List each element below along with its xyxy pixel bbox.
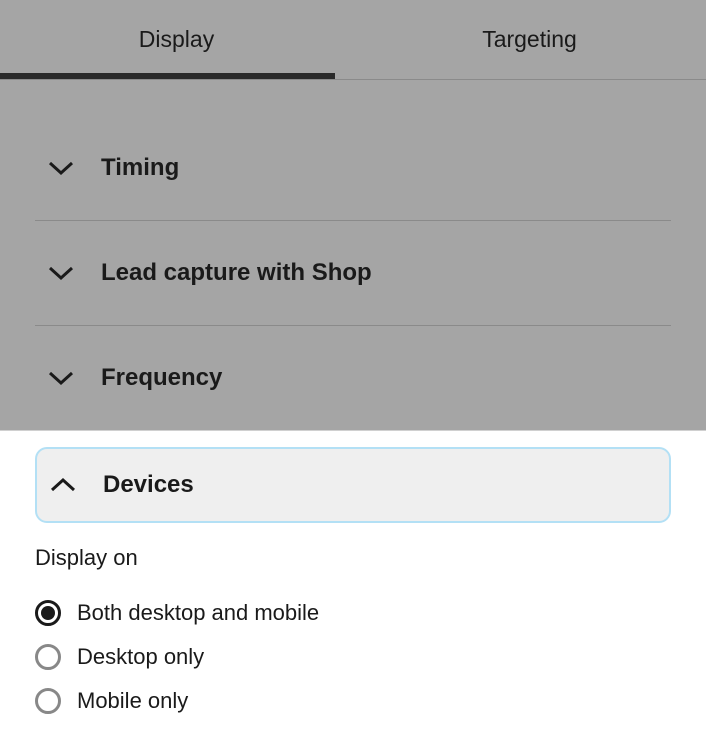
chevron-down-icon — [47, 159, 75, 177]
accordion-section-dimmed: Timing Lead capture with Shop Frequency — [0, 116, 706, 430]
accordion-item-frequency: Frequency — [35, 326, 671, 430]
radio-circle-desktop — [35, 644, 61, 670]
tab-targeting[interactable]: Targeting — [353, 0, 706, 79]
radio-option-mobile[interactable]: Mobile only — [35, 679, 671, 723]
radio-circle-both — [35, 600, 61, 626]
tab-active-indicator — [0, 73, 335, 79]
accordion-header-devices[interactable]: Devices — [37, 449, 669, 521]
radio-label-mobile: Mobile only — [77, 688, 188, 714]
devices-wrapper: Devices Display on Both desktop and mobi… — [0, 430, 706, 743]
accordion-item-timing: Timing — [35, 116, 671, 221]
tab-display[interactable]: Display — [0, 0, 353, 79]
devices-options-section: Display on Both desktop and mobile Deskt… — [35, 545, 671, 743]
devices-header-container: Devices — [35, 447, 671, 523]
accordion-header-frequency[interactable]: Frequency — [35, 326, 671, 430]
radio-option-desktop[interactable]: Desktop only — [35, 635, 671, 679]
radio-label-desktop: Desktop only — [77, 644, 204, 670]
display-on-label: Display on — [35, 545, 671, 571]
accordion-title-timing: Timing — [101, 154, 179, 182]
radio-circle-mobile — [35, 688, 61, 714]
chevron-down-icon — [47, 264, 75, 282]
accordion-item-lead-capture: Lead capture with Shop — [35, 221, 671, 326]
chevron-down-icon — [47, 369, 75, 387]
chevron-up-icon — [49, 476, 77, 494]
accordion-header-lead-capture[interactable]: Lead capture with Shop — [35, 221, 671, 325]
accordion-title-frequency: Frequency — [101, 364, 222, 392]
accordion-header-timing[interactable]: Timing — [35, 116, 671, 220]
radio-option-both[interactable]: Both desktop and mobile — [35, 591, 671, 635]
accordion-title-lead-capture: Lead capture with Shop — [101, 259, 372, 287]
accordion-title-devices: Devices — [103, 471, 194, 499]
radio-label-both: Both desktop and mobile — [77, 600, 319, 626]
tabs-container: Display Targeting — [0, 0, 706, 80]
spacer — [0, 80, 706, 116]
